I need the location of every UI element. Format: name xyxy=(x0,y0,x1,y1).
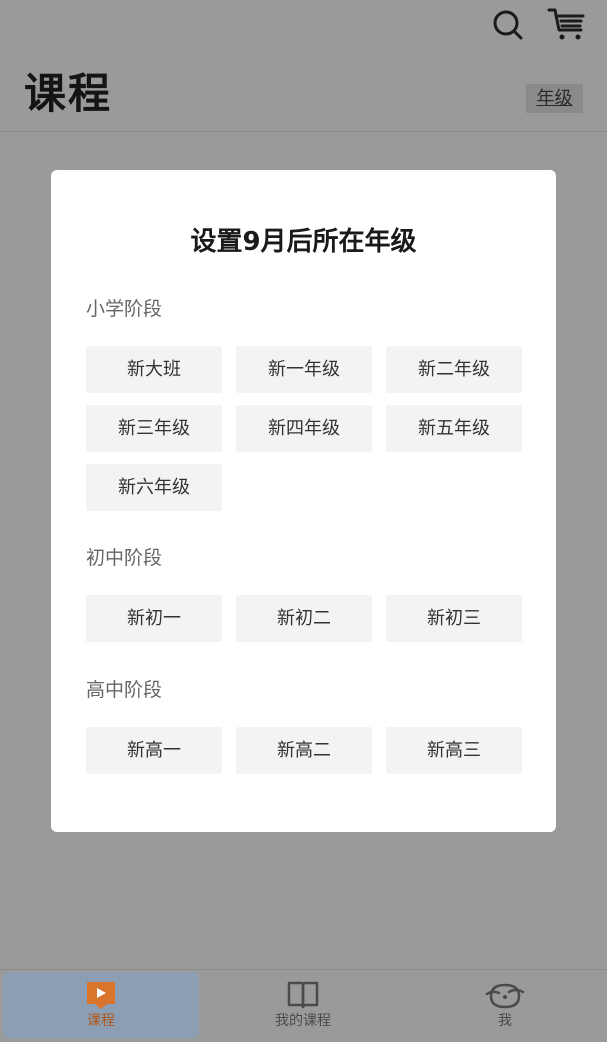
grade-select-dialog: 设置9月后所在年级 小学阶段 新大班 新一年级 新二年级 新三年级 新四年级 新… xyxy=(51,170,556,832)
grade-button[interactable]: 新三年级 xyxy=(86,405,222,452)
nav-tab-me[interactable]: 我 xyxy=(407,972,603,1038)
face-icon xyxy=(407,980,603,1010)
nav-label-me: 我 xyxy=(498,1013,512,1029)
section-label-middle: 初中阶段 xyxy=(86,547,163,569)
page-title: 课程 xyxy=(24,69,113,118)
nav-tab-courses[interactable]: 课程 xyxy=(3,972,199,1038)
section-label-high: 高中阶段 xyxy=(86,679,163,701)
nav-label-my-courses: 我的课程 xyxy=(275,1013,331,1029)
grade-button[interactable]: 新高一 xyxy=(86,727,222,774)
grade-grid-high: 新高一 新高二 新高三 xyxy=(86,727,522,774)
open-book-icon xyxy=(205,980,401,1010)
section-label-primary: 小学阶段 xyxy=(86,298,163,320)
bottom-nav: 课程 我的课程 我 xyxy=(0,969,607,1042)
grade-button[interactable]: 新六年级 xyxy=(86,464,222,511)
grade-button[interactable]: 新高二 xyxy=(236,727,372,774)
dialog-title: 设置9月后所在年级 xyxy=(190,227,417,257)
nav-label-courses: 课程 xyxy=(87,1013,115,1029)
grade-button[interactable]: 新高三 xyxy=(386,727,522,774)
grade-button[interactable]: 新四年级 xyxy=(236,405,372,452)
search-icon[interactable] xyxy=(490,6,526,42)
grade-button[interactable]: 新初三 xyxy=(386,595,522,642)
grade-button[interactable]: 新初二 xyxy=(236,595,372,642)
grade-button[interactable]: 新一年级 xyxy=(236,346,372,393)
nav-tab-my-courses[interactable]: 我的课程 xyxy=(205,972,401,1038)
grade-grid-middle: 新初一 新初二 新初三 xyxy=(86,595,522,642)
grade-filter-button[interactable]: 年级 xyxy=(526,84,583,113)
grade-button[interactable]: 新五年级 xyxy=(386,405,522,452)
grade-button[interactable]: 新大班 xyxy=(86,346,222,393)
play-square-icon xyxy=(3,980,199,1010)
top-bar: 课程 年级 xyxy=(0,0,607,132)
cart-icon[interactable] xyxy=(547,6,587,42)
grade-grid-primary: 新大班 新一年级 新二年级 新三年级 新四年级 新五年级 新六年级 xyxy=(86,346,522,511)
grade-button[interactable]: 新二年级 xyxy=(386,346,522,393)
grade-button[interactable]: 新初一 xyxy=(86,595,222,642)
